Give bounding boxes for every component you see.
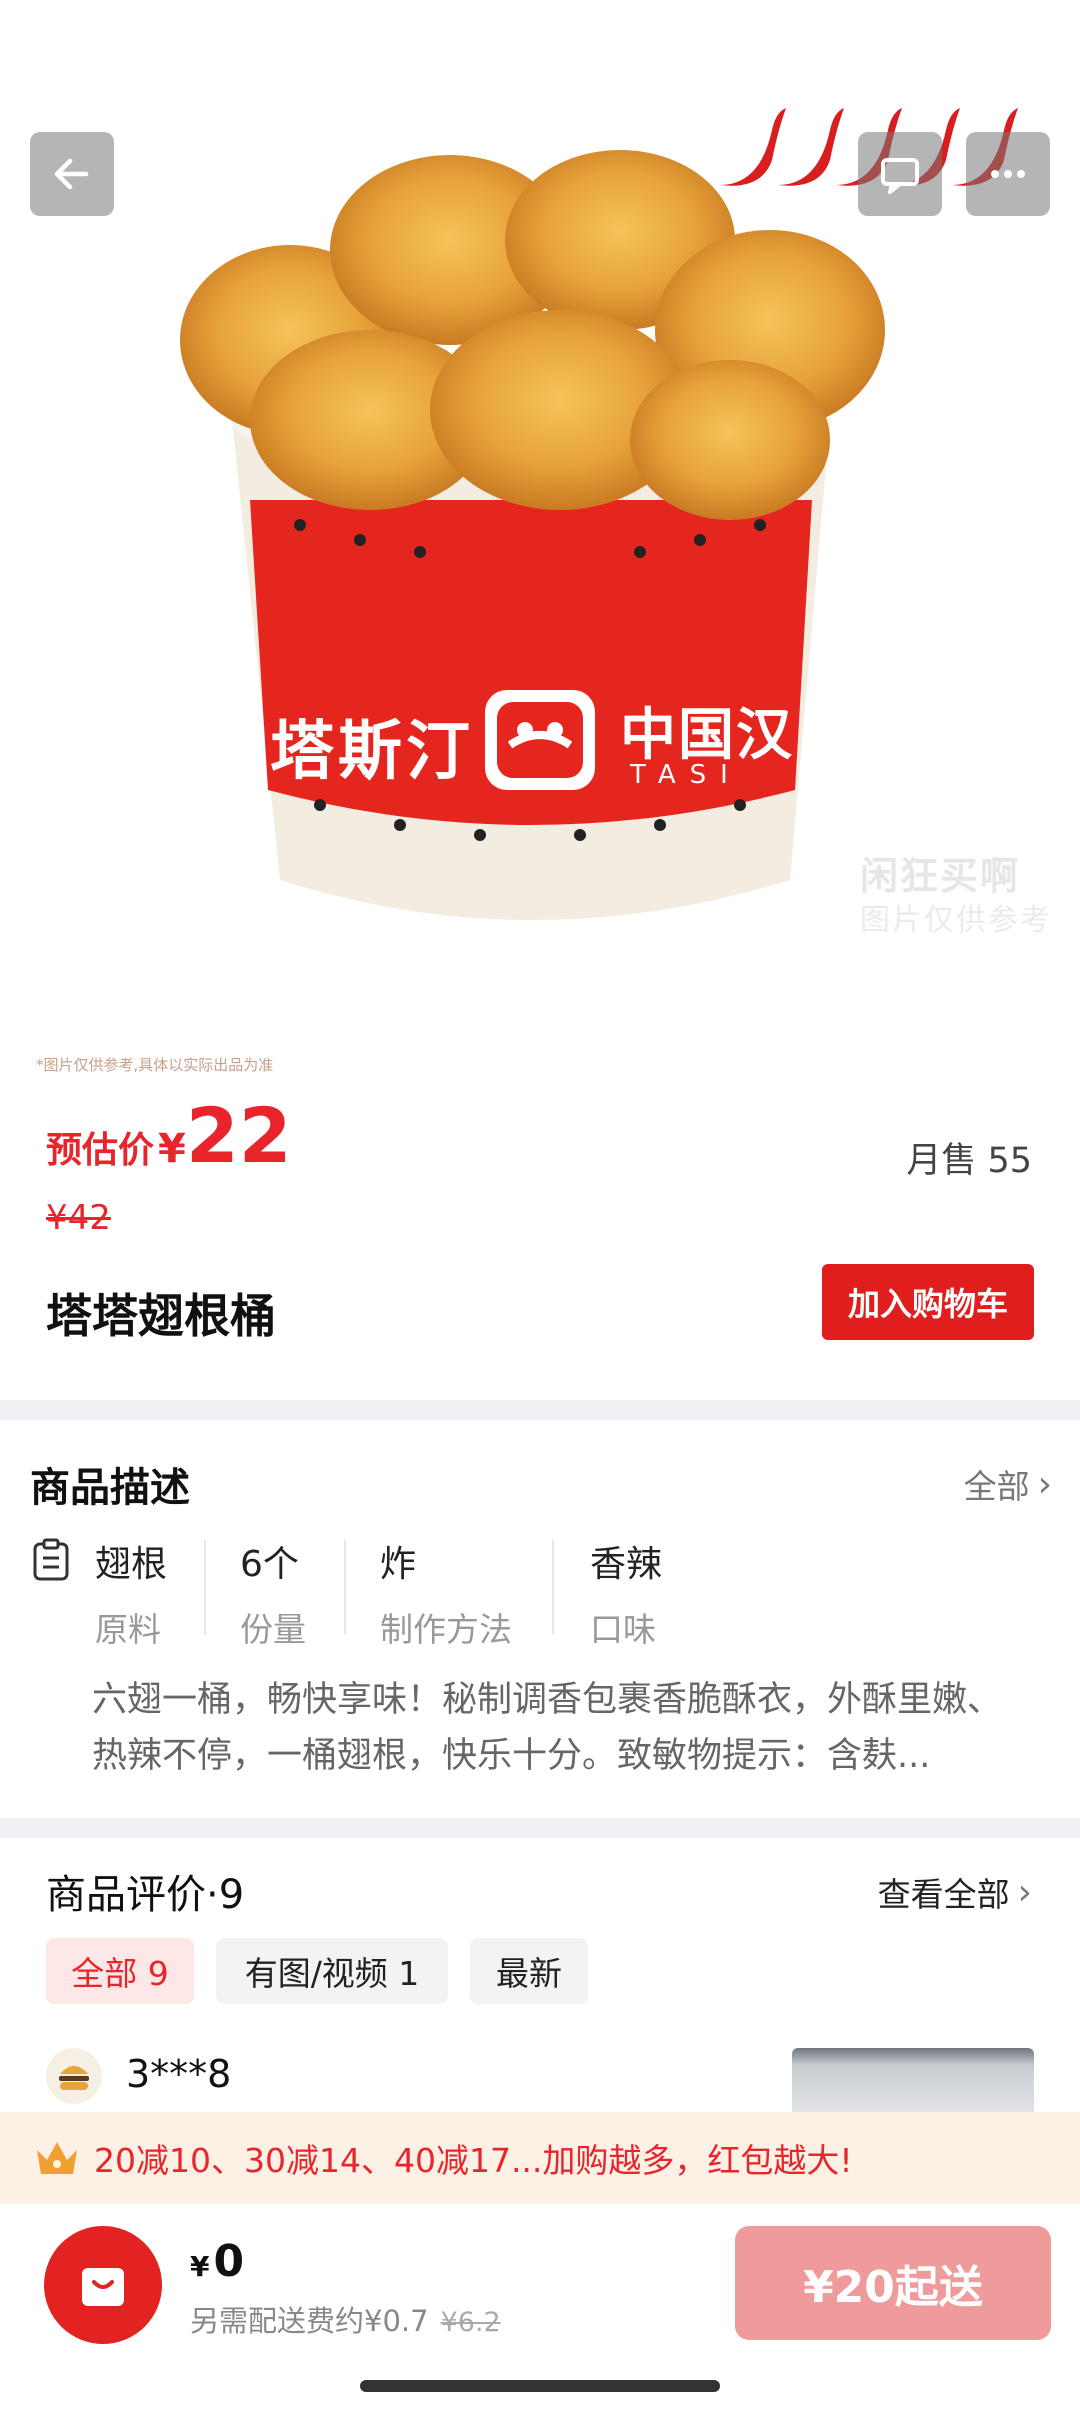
crown-icon bbox=[37, 2142, 77, 2174]
back-button[interactable] bbox=[30, 132, 114, 216]
price-label: 预估价 bbox=[46, 1130, 155, 1171]
attribute-portion: 6个 份量 bbox=[240, 1535, 306, 1651]
chevron-right-icon: › bbox=[1037, 1463, 1052, 1505]
reviews-view-all-label: 查看全部 bbox=[877, 1875, 1010, 1914]
shopping-bag-icon bbox=[82, 2268, 124, 2306]
description-all-link[interactable]: 全部 › bbox=[964, 1460, 1052, 1508]
attribute-divider bbox=[204, 1540, 206, 1635]
section-divider bbox=[0, 1818, 1080, 1838]
clipboard-icon bbox=[33, 1538, 69, 1581]
cart-total: ¥ 0 bbox=[190, 2236, 244, 2287]
attribute-value: 炸 bbox=[380, 1544, 417, 1585]
attribute-divider bbox=[344, 1540, 346, 1635]
estimated-price: 预估价 ¥ 22 bbox=[46, 1098, 292, 1174]
filter-chip-all[interactable]: 全部 9 bbox=[46, 1938, 194, 2004]
original-price: ¥42 bbox=[46, 1198, 111, 1238]
review-username: 3***8 bbox=[126, 2052, 232, 2096]
image-disclaimer: *图片仅供参考,具体以实际出品为准 bbox=[36, 1056, 274, 1074]
bottom-cart-bar: ¥ 0 另需配送费约¥0.7 ¥6.2 ¥20起送 bbox=[0, 2204, 1080, 2412]
attribute-label: 原料 bbox=[95, 1610, 161, 1649]
section-divider bbox=[0, 1400, 1080, 1420]
attribute-label: 份量 bbox=[240, 1610, 306, 1649]
description-title: 商品描述 bbox=[30, 1465, 190, 1511]
promo-text: 20减10、30减14、40减17...加购越多，红包越大! bbox=[94, 2141, 853, 2180]
more-button[interactable] bbox=[966, 132, 1050, 216]
product-name: 塔塔翅根桶 bbox=[46, 1289, 276, 1343]
image-watermark-sub: 图片仅供参考 bbox=[860, 903, 1052, 938]
chevron-right-icon: › bbox=[1017, 1871, 1032, 1913]
reviews-title: 商品评价·9 bbox=[46, 1872, 245, 1918]
monthly-sales: 月售 55 bbox=[906, 1141, 1032, 1181]
review-image-thumbnail[interactable] bbox=[792, 2048, 1034, 2118]
chat-icon bbox=[881, 158, 919, 194]
bucket-brand-text: 塔斯汀 bbox=[270, 715, 474, 789]
attribute-label: 制作方法 bbox=[380, 1610, 512, 1649]
filter-chip-latest[interactable]: 最新 bbox=[470, 1938, 588, 2004]
attribute-label: 口味 bbox=[590, 1610, 656, 1649]
avatar[interactable] bbox=[46, 2048, 102, 2104]
attribute-value: 香辣 bbox=[590, 1544, 663, 1585]
attribute-divider bbox=[552, 1540, 554, 1635]
home-indicator[interactable] bbox=[360, 2380, 720, 2392]
min-order-button[interactable]: ¥20起送 bbox=[735, 2226, 1051, 2340]
reviews-view-all-link[interactable]: 查看全部 › bbox=[878, 1868, 1032, 1916]
bucket-brand-sub: TASI bbox=[630, 760, 742, 790]
back-arrow-icon bbox=[54, 158, 89, 190]
add-to-cart-button[interactable]: 加入购物车 bbox=[822, 1264, 1034, 1340]
chat-button[interactable] bbox=[858, 132, 942, 216]
delivery-fee: 另需配送费约¥0.7 ¥6.2 bbox=[190, 2298, 501, 2340]
attribute-flavor: 香辣 口味 bbox=[590, 1535, 662, 1651]
bucket-brand-text-right: 中国汉 bbox=[620, 703, 794, 768]
total-currency: ¥ bbox=[190, 2250, 210, 2283]
attribute-value: 6个 bbox=[240, 1544, 299, 1585]
image-watermark: 闲狂买啊 bbox=[860, 854, 1021, 898]
filter-chip-media[interactable]: 有图/视频 1 bbox=[216, 1938, 448, 2004]
promo-banner[interactable]: 20减10、30减14、40减17...加购越多，红包越大! bbox=[0, 2112, 1080, 2204]
price-currency: ¥ bbox=[158, 1126, 186, 1172]
product-hero-image: 塔斯汀 中国汉 TASI 闲狂买啊 图片仅供参考 *图片仅供参考,具体以实际出品… bbox=[0, 0, 1080, 1085]
total-value: 0 bbox=[213, 2236, 245, 2287]
attribute-value: 翅根 bbox=[95, 1544, 168, 1585]
cart-button[interactable] bbox=[44, 2226, 162, 2344]
description-all-label: 全部 bbox=[963, 1467, 1030, 1506]
description-text: 六翅一桶，畅快享味！秘制调香包裹香脆酥衣，外酥里嫩、热辣不停，一桶翅根，快乐十分… bbox=[92, 1680, 1003, 1776]
more-icon bbox=[991, 170, 1025, 178]
attribute-method: 炸 制作方法 bbox=[380, 1535, 512, 1651]
attribute-ingredient: 翅根 原料 bbox=[95, 1535, 167, 1651]
price-value: 22 bbox=[185, 1091, 292, 1180]
delivery-fee-original: ¥6.2 bbox=[440, 2307, 501, 2338]
delivery-fee-note: 另需配送费约¥0.7 bbox=[190, 2304, 429, 2338]
burger-icon bbox=[59, 2066, 89, 2090]
